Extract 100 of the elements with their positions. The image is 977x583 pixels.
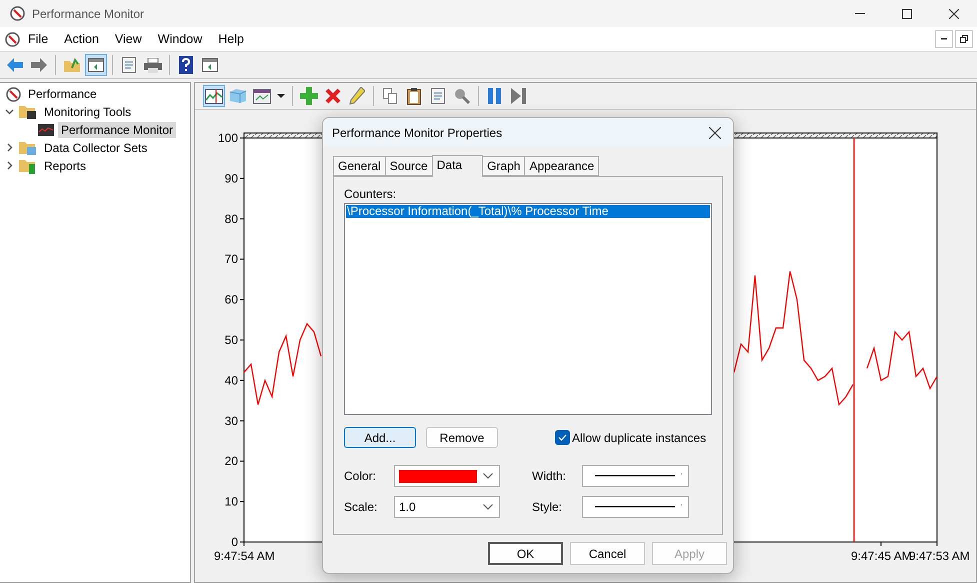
y-tick-label: 0	[231, 535, 238, 549]
search-icon	[454, 88, 470, 104]
folder-icon	[19, 140, 37, 156]
minimize-button[interactable]	[935, 30, 953, 48]
dropdown-field[interactable]	[582, 496, 689, 518]
y-tick-label: 40	[224, 373, 238, 388]
panel-icon	[88, 58, 104, 72]
tab[interactable]: Source	[384, 156, 433, 176]
copy-icon	[383, 88, 397, 104]
checkmark-icon	[558, 434, 567, 441]
back-arrow-icon	[7, 58, 23, 72]
folder-icon	[19, 104, 37, 120]
counters-list[interactable]: \Processor Information(_Total)\% Processor Time	[344, 203, 712, 415]
y-axis-tick: 20	[224, 454, 244, 468]
menu-item[interactable]: File	[20, 32, 56, 46]
cube-icon	[229, 88, 247, 104]
y-axis-tick: 10	[224, 494, 244, 509]
clipboard-icon	[407, 88, 421, 104]
panel-icon	[202, 58, 218, 72]
help-icon	[179, 56, 193, 74]
minimize-icon	[941, 38, 947, 40]
field-label: Color:	[344, 469, 378, 483]
tree-item[interactable]: Monitoring Tools	[41, 104, 134, 120]
y-axis-tick: 80	[224, 212, 244, 226]
y-axis-tick: 30	[224, 414, 244, 428]
y-tick-label: 60	[224, 292, 238, 307]
y-tick-label: 30	[224, 414, 238, 428]
y-axis-tick: 70	[224, 252, 244, 266]
tab[interactable]: General	[333, 156, 386, 176]
field-label: Style:	[532, 500, 564, 514]
gauge-icon	[5, 32, 20, 46]
gauge-icon	[6, 86, 21, 102]
x-axis-tick: 9:47:53 AM	[909, 542, 970, 563]
folder-icon	[19, 158, 37, 174]
y-tick-label: 100	[218, 131, 238, 145]
dialog-button[interactable]: Cancel	[570, 542, 645, 565]
close-icon[interactable]	[709, 126, 721, 138]
skip-icon	[511, 88, 527, 104]
restore-icon	[960, 35, 968, 43]
folder-icon	[64, 58, 80, 72]
monitor-icon	[38, 124, 54, 136]
field-label: Scale:	[344, 500, 378, 514]
tab[interactable]: Data	[432, 155, 484, 177]
y-tick-label: 10	[224, 494, 238, 509]
delete-icon	[325, 88, 341, 104]
y-axis-tick: 90	[224, 171, 244, 186]
gauge-icon	[10, 6, 25, 21]
tab[interactable]: Appearance	[524, 156, 600, 176]
dropdown-field[interactable]	[582, 465, 689, 487]
y-tick-label: 90	[224, 171, 238, 186]
minimize-icon[interactable]	[854, 13, 864, 14]
dialog-button[interactable]: OK	[488, 542, 563, 565]
y-tick-label: 70	[224, 252, 238, 266]
menu-item[interactable]: Action	[56, 32, 107, 46]
printer-icon	[144, 58, 162, 72]
field-label: Width:	[532, 469, 568, 483]
line-chart-icon	[205, 88, 223, 104]
line-sample-icon	[595, 506, 675, 508]
tree-item[interactable]: Data Collector Sets	[41, 140, 150, 156]
line-sample-icon	[595, 475, 675, 477]
menu-item[interactable]: Window	[150, 32, 210, 46]
y-axis-tick: 0	[231, 535, 244, 549]
push-button[interactable]: Remove	[426, 427, 498, 448]
dropdown-field[interactable]	[394, 465, 500, 487]
y-axis-tick: 40	[224, 373, 244, 388]
maximize-icon[interactable]	[902, 8, 912, 18]
dropdown-field[interactable]: 1.0	[394, 496, 500, 518]
caret-icon	[277, 94, 285, 98]
close-icon[interactable]	[948, 8, 958, 18]
report-icon	[253, 88, 271, 104]
document-icon	[122, 57, 136, 73]
x-tick-label: 9:47:53 AM	[909, 549, 970, 563]
push-button[interactable]: Add...	[344, 427, 416, 448]
tree-item[interactable]: Performance Monitor	[58, 122, 176, 138]
pause-icon	[488, 88, 502, 104]
y-tick-label: 80	[224, 212, 238, 226]
counters-label: Counters:	[344, 187, 398, 201]
pen-icon	[349, 87, 365, 105]
y-tick-label: 20	[224, 454, 238, 468]
x-tick-label: 9:47:54 AM	[214, 549, 275, 563]
chevron-down-icon[interactable]	[4, 107, 14, 116]
forward-arrow-icon	[31, 58, 47, 72]
y-axis-tick: 60	[224, 292, 244, 307]
y-tick-label: 50	[224, 333, 238, 347]
toolbar-button[interactable]	[203, 85, 225, 107]
menu-item[interactable]: View	[106, 32, 150, 46]
checkbox[interactable]	[555, 430, 570, 445]
checkbox-label: Allow duplicate instances	[572, 430, 706, 444]
restore-button[interactable]	[955, 30, 973, 48]
document-icon	[431, 88, 445, 104]
dialog-title: Performance Monitor Properties	[332, 126, 502, 140]
y-axis-tick: 100	[218, 131, 244, 145]
menu-item[interactable]: Help	[210, 32, 252, 46]
window-title: Performance Monitor	[32, 6, 144, 20]
tree-item[interactable]: Reports	[41, 158, 90, 174]
list-item[interactable]: \Processor Information(_Total)\% Processor Time	[346, 205, 710, 218]
toolbar-button[interactable]	[85, 54, 107, 76]
tree-item[interactable]: Performance	[25, 86, 100, 102]
tab[interactable]: Graph	[482, 156, 526, 176]
y-axis-tick: 50	[224, 333, 244, 347]
